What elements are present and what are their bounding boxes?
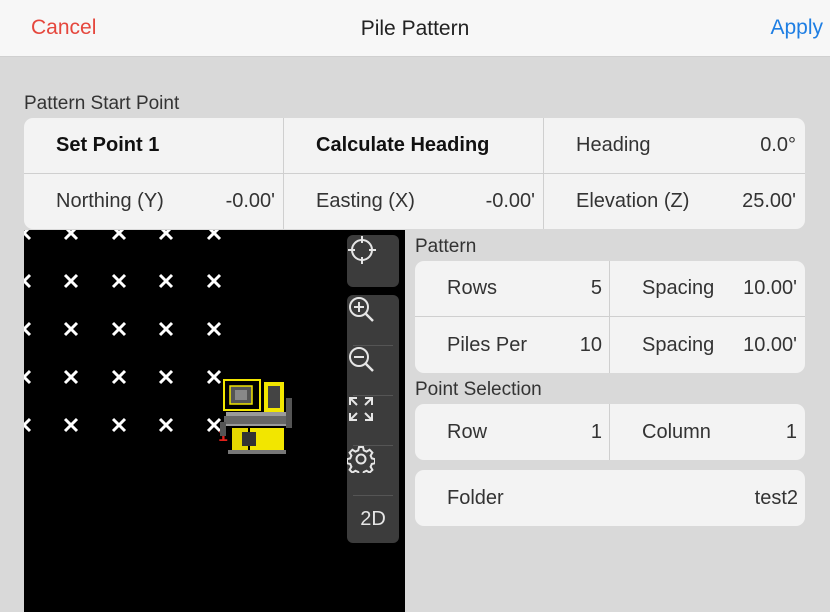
pile-marker[interactable] [158,417,174,433]
easting-value: -0.00' [485,190,535,212]
page-title: Pile Pattern [360,17,470,40]
gear-icon [347,446,375,473]
pile-marker[interactable] [158,273,174,289]
pile-marker[interactable] [111,273,127,289]
pile-marker[interactable] [24,230,32,241]
pile-marker[interactable] [206,273,222,289]
row-label: Row [447,420,488,443]
view-mode-label: 2D [360,507,386,530]
recenter-toolbar [347,235,399,287]
pile-marker[interactable] [158,321,174,337]
folder-field[interactable]: Folder test2 [447,470,798,526]
row-spacing-value: 10.00' [743,277,797,299]
pile-marker[interactable] [24,321,32,337]
folder-label: Folder [447,486,504,509]
pile-map-view[interactable]: 1 [24,230,405,612]
divider [543,118,544,229]
rows-field[interactable]: Rows 5 [447,261,602,316]
divider [609,404,610,460]
easting-field[interactable]: Easting (X) -0.00' [316,174,535,229]
northing-field[interactable]: Northing (Y) -0.00' [56,174,275,229]
column-field[interactable]: Column 1 [642,404,797,460]
pile-marker[interactable] [206,230,222,241]
crosshair-icon [348,236,376,264]
heading-field[interactable]: Heading 0.0° [576,118,796,173]
heading-value: 0.0° [760,134,796,156]
column-value: 1 [785,420,797,443]
pile-spacing-label: Spacing [642,333,715,356]
elevation-label: Elevation (Z) [576,190,690,212]
folder-value: test2 [754,486,798,509]
divider [283,118,284,229]
pile-marker[interactable] [63,321,79,337]
column-label: Column [642,420,711,443]
row-spacing-label: Spacing [642,277,715,299]
piles-per-field[interactable]: Piles Per 10 [447,317,602,373]
pile-marker[interactable] [24,417,32,433]
easting-label: Easting (X) [316,190,415,212]
pile-marker[interactable] [63,369,79,385]
pile-marker[interactable] [111,230,127,241]
rows-label: Rows [447,277,498,299]
pile-marker[interactable] [158,230,174,241]
pile-marker[interactable] [63,417,79,433]
pile-marker[interactable] [111,321,127,337]
folder-panel: Folder test2 [415,470,805,526]
point-selection-section-label: Point Selection [415,379,542,400]
pile-marker[interactable] [111,417,127,433]
start-point-panel: Set Point 1 Calculate Heading Heading 0.… [24,118,805,229]
pile-spacing-value: 10.00' [743,333,797,356]
piles-per-label: Piles Per [447,333,528,356]
zoom-in-button[interactable] [347,295,399,345]
row-value: 1 [590,420,602,443]
apply-button[interactable]: Apply [770,16,823,40]
expand-icon [349,397,373,421]
rows-value: 5 [590,277,602,299]
row-spacing-field[interactable]: Spacing 10.00' [642,261,797,316]
recenter-button[interactable] [347,235,399,287]
point-selection-panel: Row 1 Column 1 [415,404,805,460]
pattern-panel: Rows 5 Spacing 10.00' Piles Per 10 Spaci… [415,261,805,373]
start-point-section-label: Pattern Start Point [24,93,180,114]
pile-marker[interactable] [24,369,32,385]
fit-to-view-button[interactable] [347,395,399,445]
map-toolbar: 2D [347,295,399,543]
row-field[interactable]: Row 1 [447,404,602,460]
map-settings-button[interactable] [347,445,399,495]
pile-marker[interactable] [63,273,79,289]
calculate-heading-button[interactable]: Calculate Heading [316,118,536,173]
pile-marker[interactable] [63,230,79,241]
top-bar: Cancel Pile Pattern Apply [0,0,830,57]
pile-marker[interactable] [206,369,222,385]
set-point-button[interactable]: Set Point 1 [56,118,276,173]
pile-marker[interactable] [158,369,174,385]
piles-per-value: 10 [579,333,602,356]
pile-spacing-field[interactable]: Spacing 10.00' [642,317,797,373]
northing-value: -0.00' [225,190,275,212]
elevation-value: 25.00' [742,190,796,212]
zoom-out-icon [349,347,374,372]
elevation-field[interactable]: Elevation (Z) 25.00' [576,174,796,229]
zoom-out-button[interactable] [347,345,399,395]
northing-label: Northing (Y) [56,190,164,212]
pile-marker[interactable] [111,369,127,385]
view-mode-button[interactable]: 2D [347,495,399,543]
pile-marker[interactable] [24,273,32,289]
divider [609,261,610,373]
pile-marker[interactable] [206,321,222,337]
zoom-in-icon [349,297,374,322]
heading-label: Heading [576,134,651,156]
pattern-section-label: Pattern [415,236,477,257]
machine-icon [220,379,292,454]
